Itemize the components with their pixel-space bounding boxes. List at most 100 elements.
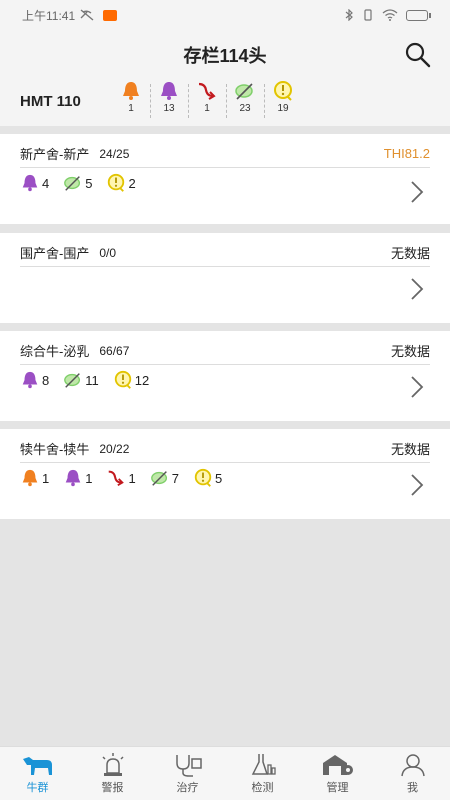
alert-green-thermometer: 7 bbox=[150, 468, 179, 488]
alert-count: 5 bbox=[214, 470, 223, 486]
tab-label: 我 bbox=[407, 782, 418, 794]
alert-purple-bell: 1 bbox=[63, 468, 92, 488]
group-count: 20/22 bbox=[99, 441, 130, 456]
status-time: 上午11:41 bbox=[22, 8, 76, 23]
group-card[interactable]: 犊牛舍-犊牛 20/22 无数据 1 1 1 7 5 bbox=[0, 429, 450, 519]
summary-count: 1 bbox=[204, 103, 210, 114]
group-card[interactable]: 新产舍-新产 24/25 THI81.2 4 5 2 bbox=[0, 134, 450, 224]
group-name: 犊牛舍-犊牛 bbox=[20, 442, 90, 457]
green-thermometer-icon bbox=[64, 176, 81, 191]
alert-green-thermometer: 11 bbox=[63, 370, 99, 390]
purple-bell-icon bbox=[22, 174, 38, 192]
summary-count: 13 bbox=[163, 103, 175, 114]
tab-label: 检测 bbox=[251, 782, 274, 794]
person-icon bbox=[400, 754, 425, 777]
orange-bell-icon bbox=[123, 82, 139, 100]
tab-label: 警报 bbox=[101, 782, 124, 794]
thi-value: 无数据 bbox=[390, 246, 430, 261]
app-header: 存栏114头 bbox=[0, 30, 450, 80]
purple-bell-icon bbox=[161, 82, 177, 100]
summary-orange-bell[interactable]: 1 bbox=[112, 80, 150, 114]
tab-herd[interactable]: 牛群 bbox=[0, 747, 75, 800]
chevron-right-icon[interactable] bbox=[410, 375, 424, 399]
alert-yellow: 5 bbox=[193, 468, 222, 488]
purple-bell-icon bbox=[65, 469, 81, 487]
summary-count: 19 bbox=[277, 103, 289, 114]
alert-count: 5 bbox=[85, 175, 93, 191]
tab-test[interactable]: 检测 bbox=[225, 747, 300, 800]
summary-count: 23 bbox=[239, 103, 251, 114]
alert-yellow: 2 bbox=[106, 173, 136, 193]
alert-red-arrow: 1 bbox=[106, 468, 136, 488]
alert-purple-bell: 4 bbox=[20, 173, 49, 193]
tab-manage[interactable]: 管理 bbox=[300, 747, 375, 800]
tab-label: 牛群 bbox=[26, 782, 49, 794]
stethoscope-icon bbox=[175, 755, 202, 777]
summary-red-arrow[interactable]: 1 bbox=[188, 80, 226, 118]
alert-yellow: 12 bbox=[113, 370, 149, 390]
purple-bell-icon bbox=[22, 371, 38, 389]
barn-gear-icon bbox=[322, 755, 353, 775]
status-bar: 上午11:41 bbox=[0, 0, 450, 30]
group-name: 新产舍-新产 bbox=[20, 147, 90, 162]
summary-green-thermometer[interactable]: 23 bbox=[226, 80, 264, 118]
green-thermometer-icon bbox=[150, 471, 167, 486]
orange-bell-icon bbox=[22, 469, 38, 487]
yellow-alert-icon bbox=[108, 173, 125, 192]
thi-value: 无数据 bbox=[390, 442, 430, 457]
siren-icon bbox=[101, 753, 124, 776]
yellow-alert-icon bbox=[194, 468, 212, 487]
page-title: 存栏114头 bbox=[183, 46, 267, 66]
alert-count: 1 bbox=[128, 470, 136, 486]
green-thermometer-icon bbox=[64, 373, 81, 388]
battery-icon bbox=[406, 9, 431, 21]
group-count: 0/0 bbox=[99, 245, 117, 260]
alert-count: 2 bbox=[128, 175, 136, 191]
tab-label: 治疗 bbox=[176, 782, 199, 794]
group-name: 围产舍-围产 bbox=[20, 246, 90, 261]
alert-count: 12 bbox=[134, 372, 150, 388]
thi-value: 无数据 bbox=[390, 344, 430, 359]
tab-treatment[interactable]: 治疗 bbox=[150, 747, 225, 800]
tab-alarm[interactable]: 警报 bbox=[75, 747, 150, 800]
farm-summary: HMT 110 1 13 1 23 19 bbox=[0, 80, 450, 126]
yellow-alert-icon bbox=[114, 370, 131, 389]
alert-purple-bell: 8 bbox=[20, 370, 49, 390]
group-name: 综合牛-泌乳 bbox=[20, 344, 90, 359]
group-count: 24/25 bbox=[99, 146, 130, 161]
summary-count: 1 bbox=[128, 103, 134, 114]
alert-count: 4 bbox=[42, 175, 50, 191]
group-count: 66/67 bbox=[99, 343, 130, 358]
chevron-right-icon[interactable] bbox=[410, 277, 424, 301]
summary-yellow-alert[interactable]: 19 bbox=[264, 80, 302, 118]
group-card[interactable]: 综合牛-泌乳 66/67 无数据 8 11 12 bbox=[0, 331, 450, 421]
bluetooth-icon bbox=[345, 9, 353, 21]
tab-label: 管理 bbox=[326, 782, 349, 794]
green-thermometer-icon bbox=[235, 83, 253, 100]
search-icon[interactable] bbox=[404, 41, 432, 69]
thi-value: THI81.2 bbox=[383, 146, 430, 161]
alert-count: 7 bbox=[171, 470, 179, 486]
wifi-icon bbox=[382, 9, 398, 21]
alert-orange-bell: 1 bbox=[20, 468, 49, 488]
mi-app-icon bbox=[103, 9, 118, 21]
cow-icon bbox=[22, 757, 52, 775]
alert-count: 1 bbox=[85, 470, 93, 486]
alert-count: 1 bbox=[42, 470, 50, 486]
red-arrow-icon bbox=[109, 470, 125, 487]
tab-me[interactable]: 我 bbox=[375, 747, 450, 800]
bottom-tab-bar: 牛群 警报 治疗 检测 管理 我 bbox=[0, 746, 450, 800]
vibrate-icon bbox=[364, 9, 372, 21]
summary-purple-bell[interactable]: 13 bbox=[150, 80, 188, 118]
chevron-right-icon[interactable] bbox=[410, 473, 424, 497]
alert-count: 11 bbox=[85, 372, 99, 388]
flask-icon bbox=[251, 754, 276, 775]
alert-count: 8 bbox=[42, 372, 50, 388]
farm-name: HMT 110 bbox=[20, 93, 81, 110]
red-arrow-icon bbox=[198, 82, 216, 100]
yellow-alert-icon bbox=[274, 81, 292, 101]
group-card[interactable]: 围产舍-围产 0/0 无数据 bbox=[0, 233, 450, 323]
chevron-right-icon[interactable] bbox=[410, 180, 424, 204]
mute-icon bbox=[80, 9, 94, 21]
alert-green-thermometer: 5 bbox=[63, 173, 92, 193]
